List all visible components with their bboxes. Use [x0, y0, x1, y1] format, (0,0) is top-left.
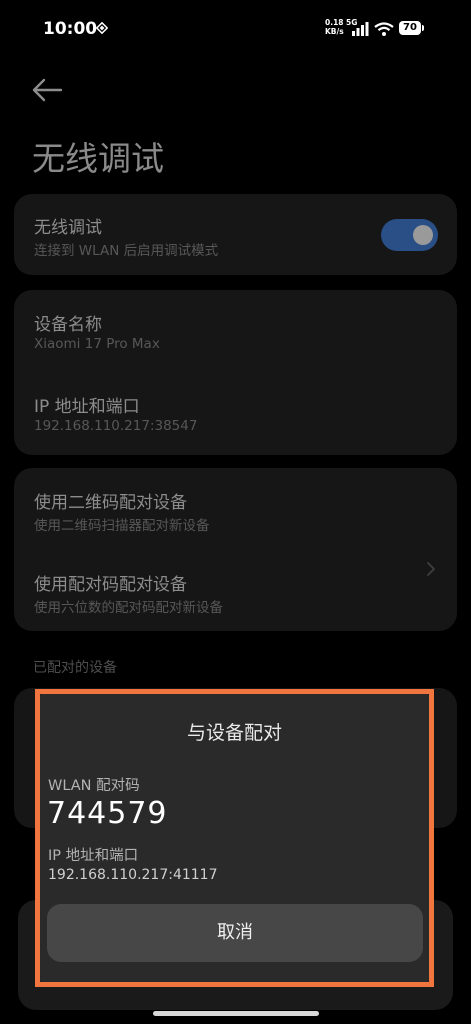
wireless-debug-card[interactable]: 无线调试 连接到 WLAN 后启用调试模式: [14, 194, 457, 275]
wifi-icon: [374, 22, 394, 36]
battery-icon: 70: [399, 21, 421, 35]
location-diamond-icon: [96, 22, 108, 34]
network-speed: 0.18 KB/s: [325, 18, 344, 36]
status-time: 10:00: [43, 19, 98, 39]
device-name-title: 设备名称: [34, 315, 102, 335]
device-name-value: Xiaomi 17 Pro Max: [34, 336, 160, 352]
code-pair-subtitle: 使用六位数的配对码配对新设备: [34, 600, 223, 616]
code-pair-title: 使用配对码配对设备: [34, 575, 187, 595]
wireless-debug-subtitle: 连接到 WLAN 后启用调试模式: [34, 243, 219, 259]
qr-pair-title: 使用二维码配对设备: [34, 493, 187, 513]
highlight-outline: [35, 689, 434, 987]
chevron-right-icon: [427, 562, 435, 576]
status-bar: 10:00 0.18 KB/s 5G 70: [0, 0, 471, 60]
cellular-signal-icon: [352, 22, 369, 36]
toggle-knob: [413, 225, 433, 245]
network-speed-unit: KB/s: [325, 27, 344, 36]
ip-port-value: 192.168.110.217:38547: [34, 418, 198, 434]
paired-devices-label: 已配对的设备: [33, 660, 117, 676]
home-indicator[interactable]: [153, 1011, 319, 1016]
page-title: 无线调试: [32, 139, 164, 178]
wireless-debug-toggle[interactable]: [381, 219, 438, 251]
wireless-debug-title: 无线调试: [34, 218, 102, 238]
pairing-options-card: 使用二维码配对设备 使用二维码扫描器配对新设备 使用配对码配对设备 使用六位数的…: [14, 468, 457, 631]
device-info-card: 设备名称 Xiaomi 17 Pro Max IP 地址和端口 192.168.…: [14, 290, 457, 455]
battery-tip: [422, 25, 424, 31]
back-arrow-icon[interactable]: [30, 76, 66, 104]
ip-port-title: IP 地址和端口: [34, 397, 140, 417]
battery-level: 70: [403, 22, 417, 33]
qr-pair-subtitle: 使用二维码扫描器配对新设备: [34, 518, 210, 534]
network-speed-value: 0.18: [325, 18, 344, 27]
